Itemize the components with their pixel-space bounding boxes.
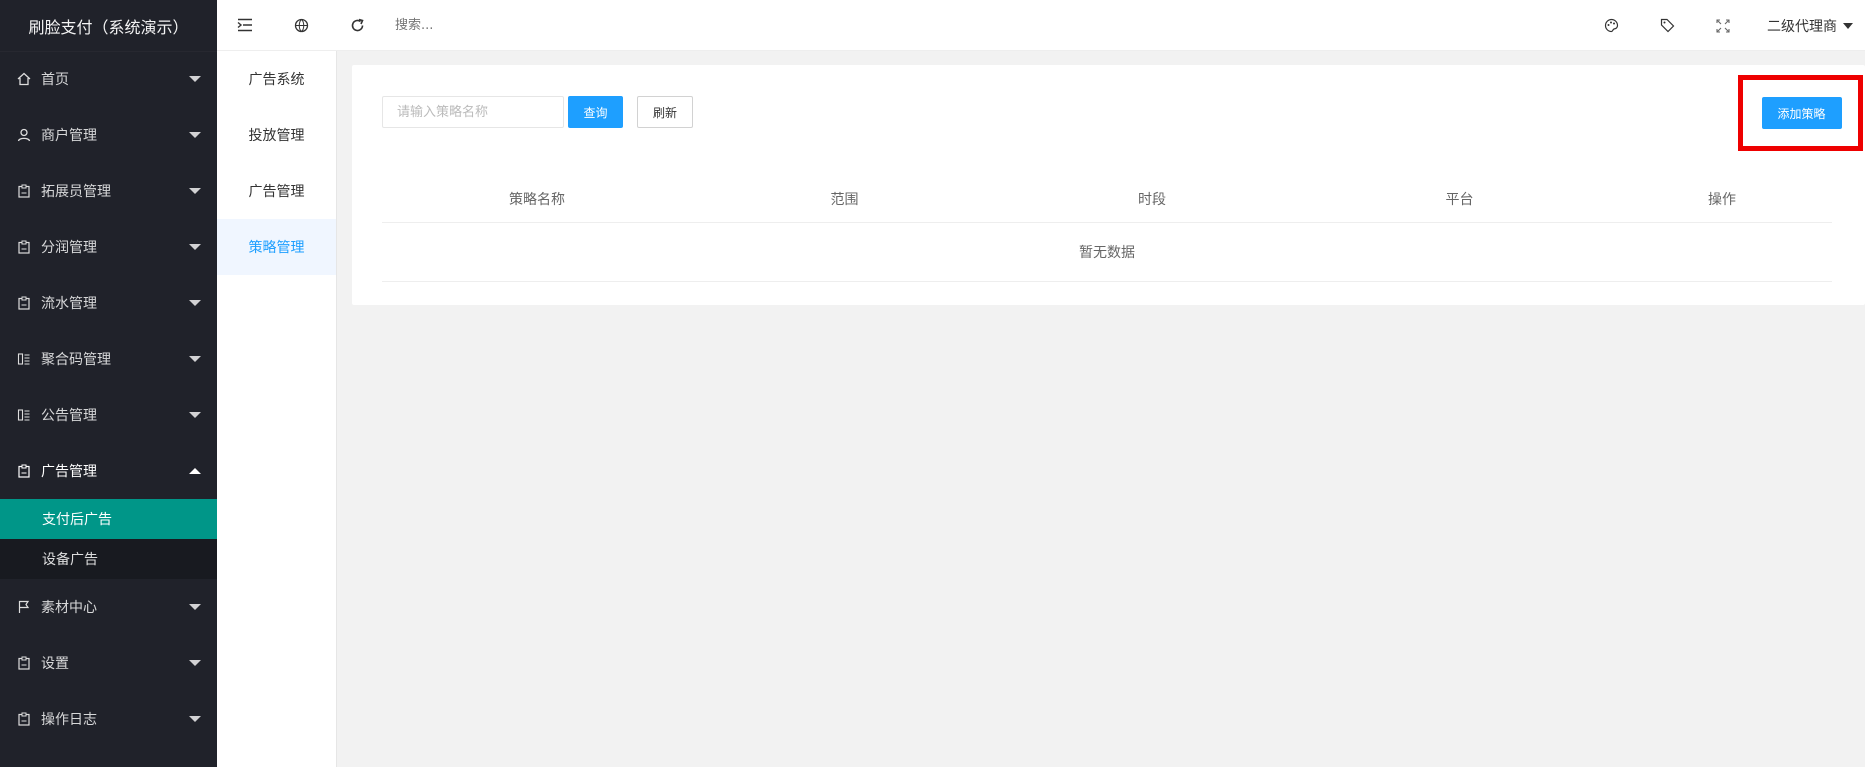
toolbar: 查询 刷新 <box>382 96 693 128</box>
table-header: 策略名称 范围 时段 平台 操作 <box>382 175 1832 223</box>
sidebar-item-home[interactable]: 首页 <box>0 51 217 107</box>
sidebar-item-label: 商户管理 <box>41 128 97 144</box>
refresh-icon[interactable] <box>329 0 385 51</box>
header-right: 二级代理商 <box>1583 0 1865 51</box>
sidebar-item-ad-management[interactable]: 广告管理 <box>0 443 217 499</box>
sidebar-item-label: 广告管理 <box>41 464 97 480</box>
column-header: 时段 <box>1138 191 1166 208</box>
add-strategy-button[interactable]: 添加策略 <box>1761 97 1842 129</box>
subnav-item-ad-management[interactable]: 广告管理 <box>217 163 336 219</box>
chevron-down-icon <box>189 716 201 722</box>
sidebar-item-label: 流水管理 <box>41 296 97 312</box>
clipboard-icon <box>17 184 31 198</box>
user-name: 二级代理商 <box>1767 18 1837 35</box>
chevron-down-icon <box>189 356 201 362</box>
chevron-down-icon <box>189 244 201 250</box>
globe-icon[interactable] <box>273 0 329 51</box>
clipboard-icon <box>17 240 31 254</box>
sidebar-item-label: 首页 <box>41 72 69 88</box>
empty-state: 暂无数据 <box>382 223 1832 282</box>
clipboard-icon <box>17 464 31 478</box>
sidebar-item-aggregate-code[interactable]: 聚合码管理 <box>0 331 217 387</box>
palette-icon[interactable] <box>1583 0 1639 51</box>
clipboard-icon <box>17 656 31 670</box>
list-icon <box>17 408 31 422</box>
user-icon <box>17 128 31 142</box>
sidebar-item-label: 分润管理 <box>41 240 97 256</box>
app-title: 刷脸支付（系统演示） <box>0 0 217 51</box>
sidebar: 刷脸支付（系统演示） 首页 商户管理 拓展员管理 分润管理 流水管理 聚合码管理… <box>0 0 217 767</box>
sidebar-item-profit[interactable]: 分润管理 <box>0 219 217 275</box>
fullscreen-icon[interactable] <box>1695 0 1751 51</box>
menu-toggle-icon[interactable] <box>217 0 273 51</box>
query-button[interactable]: 查询 <box>568 96 623 128</box>
sidebar-item-operation-log[interactable]: 操作日志 <box>0 691 217 747</box>
subnav-item-delivery[interactable]: 投放管理 <box>217 107 336 163</box>
user-menu[interactable]: 二级代理商 <box>1751 16 1865 36</box>
sidebar-item-label: 拓展员管理 <box>41 184 111 200</box>
subnav-item-ad-system[interactable]: 广告系统 <box>217 51 336 107</box>
chevron-down-icon <box>189 300 201 306</box>
chevron-up-icon <box>189 468 201 474</box>
sidebar-item-material[interactable]: 素材中心 <box>0 579 217 635</box>
flag-icon <box>17 600 31 614</box>
chevron-down-icon <box>189 76 201 82</box>
ad-submenu: 支付后广告 设备广告 <box>0 499 217 579</box>
submenu-item-device-ad[interactable]: 设备广告 <box>0 539 217 579</box>
subnav-item-strategy[interactable]: 策略管理 <box>217 219 336 275</box>
top-header: 二级代理商 <box>217 0 1865 51</box>
chevron-down-icon <box>1843 22 1853 29</box>
chevron-down-icon <box>189 604 201 610</box>
sidebar-item-announcement[interactable]: 公告管理 <box>0 387 217 443</box>
clipboard-icon <box>17 712 31 726</box>
sidebar-item-settings[interactable]: 设置 <box>0 635 217 691</box>
column-header: 范围 <box>830 191 859 208</box>
secondary-nav: 广告系统 投放管理 广告管理 策略管理 <box>217 51 337 767</box>
highlight-box: 添加策略 <box>1738 75 1863 151</box>
column-header: 操作 <box>1708 191 1736 208</box>
home-icon <box>17 72 31 86</box>
submenu-item-post-payment-ad[interactable]: 支付后广告 <box>0 499 217 539</box>
column-header: 策略名称 <box>509 191 565 208</box>
clipboard-icon <box>17 296 31 310</box>
tag-icon[interactable] <box>1639 0 1695 51</box>
sidebar-item-label: 素材中心 <box>41 600 97 616</box>
chevron-down-icon <box>189 660 201 666</box>
global-search-input[interactable] <box>395 10 595 40</box>
sidebar-item-promoter[interactable]: 拓展员管理 <box>0 163 217 219</box>
refresh-button[interactable]: 刷新 <box>637 96 693 128</box>
strategy-card: 查询 刷新 添加策略 策略名称 范围 时段 平台 操作 暂无数据 <box>352 65 1865 305</box>
sidebar-item-label: 公告管理 <box>41 408 97 424</box>
sidebar-item-label: 聚合码管理 <box>41 352 111 368</box>
list-icon <box>17 352 31 366</box>
strategy-name-input[interactable] <box>382 96 564 128</box>
sidebar-item-merchant[interactable]: 商户管理 <box>0 107 217 163</box>
sidebar-item-transactions[interactable]: 流水管理 <box>0 275 217 331</box>
column-header: 平台 <box>1445 191 1474 208</box>
sidebar-item-label: 设置 <box>41 656 69 672</box>
chevron-down-icon <box>189 188 201 194</box>
chevron-down-icon <box>189 412 201 418</box>
chevron-down-icon <box>189 132 201 138</box>
strategy-table: 策略名称 范围 时段 平台 操作 暂无数据 <box>382 175 1832 282</box>
sidebar-item-label: 操作日志 <box>41 712 97 728</box>
